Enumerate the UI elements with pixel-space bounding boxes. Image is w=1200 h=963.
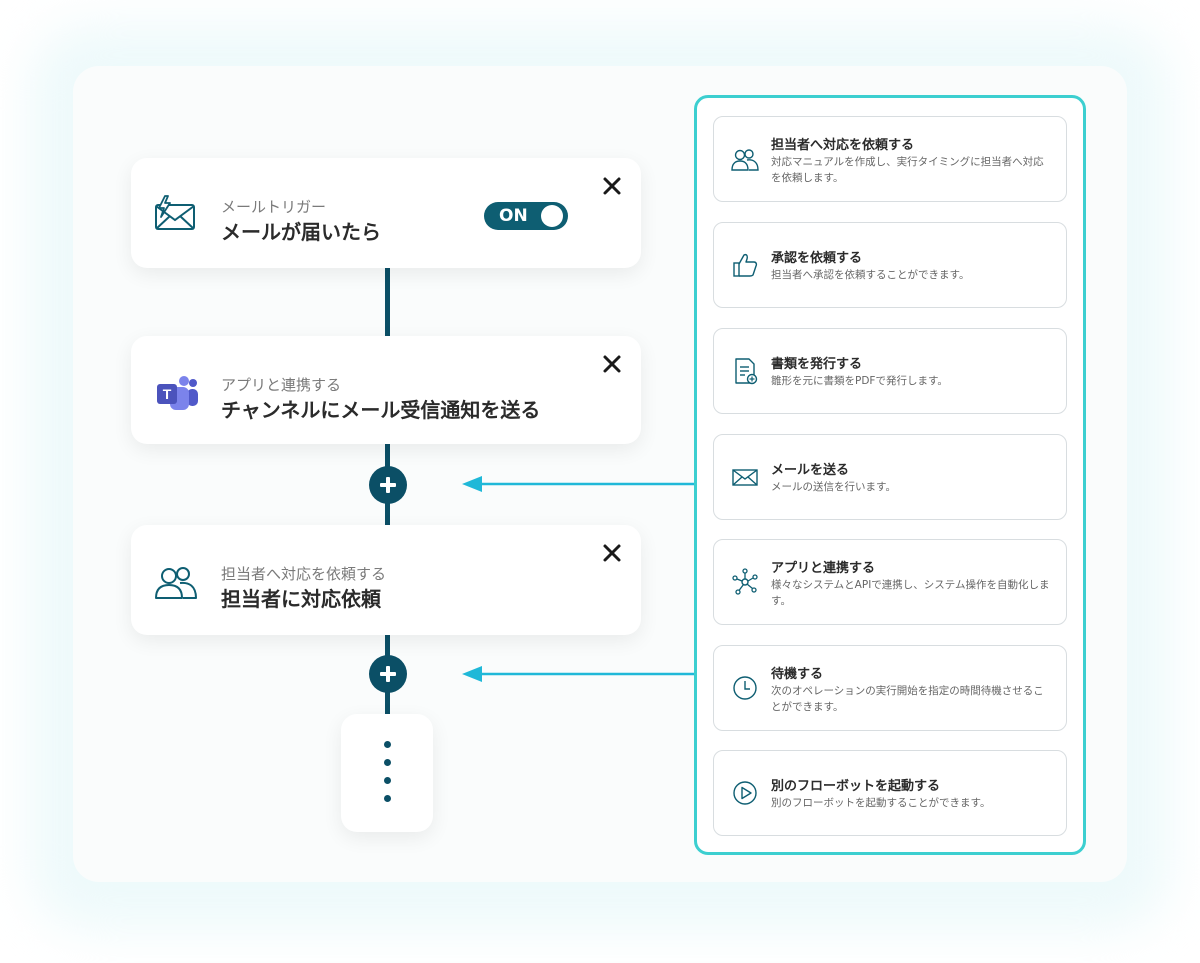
on-toggle[interactable]: ON	[484, 202, 568, 230]
operation-title: 承認を依頼する	[771, 251, 863, 266]
operation-title: 担当者へ対応を依頼する	[771, 138, 915, 153]
add-step-button[interactable]	[369, 466, 407, 504]
operation-description: 雛形を元に書類をPDFで発行します。	[771, 375, 948, 387]
clock-icon	[733, 676, 757, 700]
close-icon[interactable]	[602, 543, 622, 563]
svg-text:T: T	[163, 386, 172, 402]
ellipsis-dot	[384, 741, 391, 748]
operation-description: 次のオペレーションの実行開始を指定の時間待機させることができます。	[771, 685, 1044, 713]
toggle-label: ON	[499, 206, 528, 226]
trigger-subtitle: メールトリガー	[221, 198, 327, 216]
step2-title: 担当者に対応依頼	[221, 587, 381, 611]
operation-description: 対応マニュアルを作成し、実行タイミングに担当者へ対応を依頼します。	[771, 156, 1044, 184]
arrow-left-icon	[462, 666, 696, 682]
step2-subtitle: 担当者へ対応を依頼する	[221, 565, 387, 583]
operation-launch-flowbot[interactable]: 別のフローボットを起動する 別のフローボットを起動することができます。	[713, 750, 1067, 836]
operation-title: メールを送る	[771, 463, 850, 478]
arrow-left-icon	[462, 476, 696, 492]
toggle-knob	[541, 205, 563, 227]
operations-panel: 担当者へ対応を依頼する 対応マニュアルを作成し、実行タイミングに担当者へ対応を依…	[694, 95, 1086, 855]
trigger-card[interactable]: メールトリガー メールが届いたら ON	[131, 158, 641, 268]
operation-description: 別のフローボットを起動することができます。	[771, 797, 991, 809]
operation-request-assignee[interactable]: 担当者へ対応を依頼する 対応マニュアルを作成し、実行タイミングに担当者へ対応を依…	[713, 116, 1067, 202]
operation-description: 様々なシステムとAPIで連携し、システム操作を自動化します。	[771, 579, 1050, 607]
flow-connector	[385, 268, 390, 336]
operation-title: アプリと連携する	[771, 561, 876, 576]
operation-title: 書類を発行する	[771, 357, 863, 372]
close-icon[interactable]	[602, 176, 622, 196]
add-step-button[interactable]	[369, 655, 407, 693]
mail-trigger-icon	[155, 195, 195, 230]
step1-subtitle: アプリと連携する	[221, 376, 342, 394]
teams-step-card[interactable]: T アプリと連携する チャンネルにメール受信通知を送る	[131, 336, 641, 444]
close-icon[interactable]	[602, 354, 622, 374]
operation-send-mail[interactable]: メールを送る メールの送信を行います。	[713, 434, 1067, 520]
ellipsis-dot	[384, 795, 391, 802]
operation-description: 担当者へ承認を依頼することができます。	[771, 269, 970, 281]
play-icon	[733, 781, 757, 805]
step1-title: チャンネルにメール受信通知を送る	[221, 398, 541, 422]
envelope-icon	[732, 469, 758, 486]
users-icon	[155, 567, 197, 599]
users-icon	[731, 149, 759, 171]
operation-title: 別のフローボットを起動する	[771, 779, 941, 794]
operation-issue-document[interactable]: 書類を発行する 雛形を元に書類をPDFで発行します。	[713, 328, 1067, 414]
operation-app-integration[interactable]: アプリと連携する 様々なシステムとAPIで連携し、システム操作を自動化します。	[713, 539, 1067, 625]
operation-wait[interactable]: 待機する 次のオペレーションの実行開始を指定の時間待機させることができます。	[713, 645, 1067, 731]
operation-request-approval[interactable]: 承認を依頼する 担当者へ承認を依頼することができます。	[713, 222, 1067, 308]
network-icon	[732, 568, 758, 595]
assignee-step-card[interactable]: 担当者へ対応を依頼する 担当者に対応依頼	[131, 525, 641, 635]
operation-description: メールの送信を行います。	[771, 481, 896, 493]
ellipsis-dot	[384, 759, 391, 766]
operation-title: 待機する	[771, 667, 824, 682]
document-icon	[735, 358, 758, 385]
thumbs-up-icon	[733, 253, 758, 277]
trigger-title: メールが届いたら	[221, 220, 381, 244]
more-steps-card[interactable]	[341, 714, 433, 832]
teams-icon: T	[157, 376, 198, 410]
ellipsis-dot	[384, 777, 391, 784]
